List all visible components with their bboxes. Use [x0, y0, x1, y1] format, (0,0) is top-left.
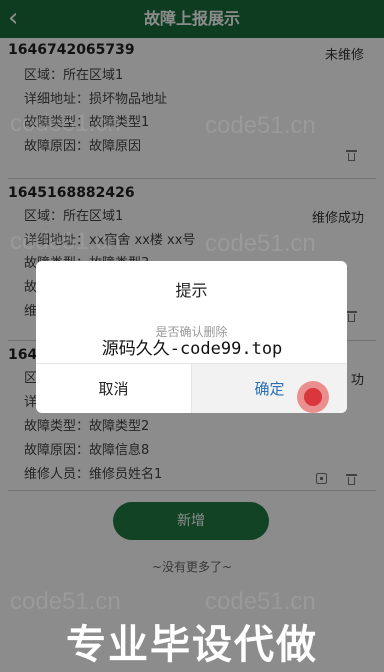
ad-banner: 专业毕设代做: [66, 622, 318, 668]
brand-watermark: code51.cn: [205, 230, 316, 257]
brand-watermark: code51.cn: [205, 112, 316, 139]
brand-watermark: code51.cn: [10, 228, 121, 255]
touch-indicator: [297, 381, 329, 413]
source-watermark: 源码久久-code99.top: [101, 339, 283, 359]
dialog-title: 提示: [175, 281, 208, 300]
cancel-button[interactable]: 取消: [36, 364, 191, 413]
brand-watermark: code51.cn: [10, 110, 121, 137]
